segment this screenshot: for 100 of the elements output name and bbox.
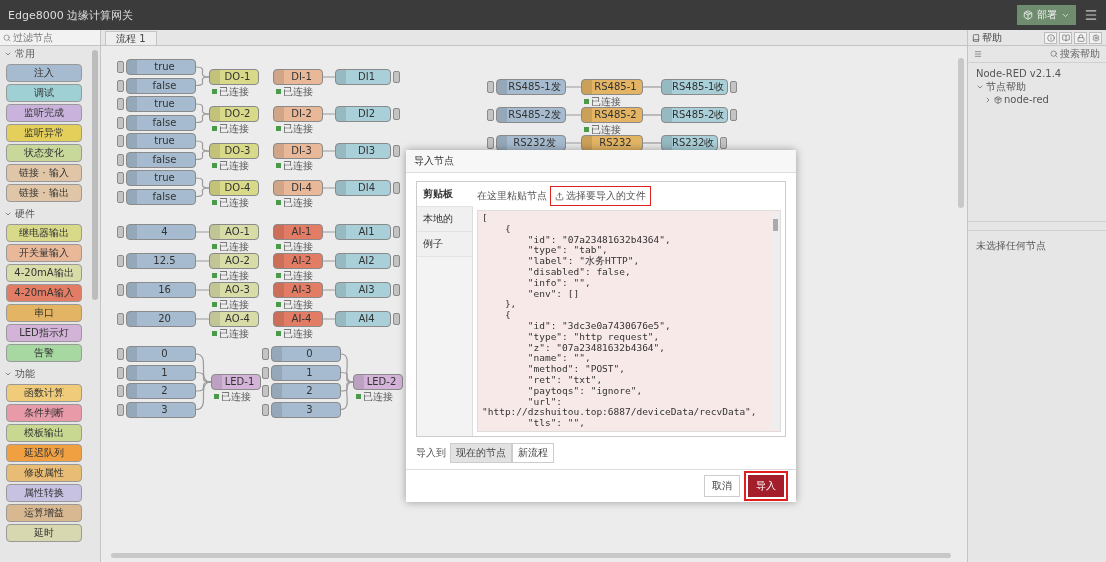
- flow-node[interactable]: false: [126, 188, 196, 205]
- flow-node[interactable]: RS232发: [496, 135, 566, 151]
- flow-node[interactable]: false: [126, 151, 196, 168]
- flow-node[interactable]: AI-4: [273, 311, 323, 327]
- palette-node[interactable]: 监听异常: [6, 124, 82, 142]
- flow-node[interactable]: DI4: [335, 180, 391, 196]
- flow-node[interactable]: 2: [126, 383, 196, 399]
- flow-node[interactable]: 0: [126, 346, 196, 362]
- file-select-button[interactable]: 选择要导入的文件: [550, 186, 651, 206]
- palette-node[interactable]: 告警: [6, 344, 82, 362]
- palette-node[interactable]: 状态变化: [6, 144, 82, 162]
- debug-node-button[interactable]: [730, 81, 738, 93]
- palette-node[interactable]: 4-20mA输出: [6, 264, 82, 282]
- source-tab[interactable]: 剪贴板: [417, 182, 473, 207]
- flow-node[interactable]: 16: [126, 282, 196, 298]
- category-header[interactable]: 硬件: [0, 206, 90, 222]
- clipboard-text-area[interactable]: [ { "id": "07a23481632b4364", "type": "tab", "label": "水务HTTP", "disabled": false, "info": "", "env": [] }, { "id": "3dc3e0a7430676e5", "type": "http request", "z": "07a23481632b4364", "name": "", "method": "POST", "ret": "txt", "paytoqs": "ignore", "url": "http://dzshuitou.top:6887/deviceData/recvData", "tls": "",: [477, 210, 781, 432]
- palette-node[interactable]: 继电器输出: [6, 224, 82, 242]
- flow-node[interactable]: 3: [126, 401, 196, 418]
- palette-node[interactable]: 开关量输入: [6, 244, 82, 262]
- flow-node[interactable]: false: [126, 114, 196, 131]
- flow-node[interactable]: DI-3: [273, 143, 323, 159]
- flow-node[interactable]: DI2: [335, 106, 391, 122]
- debug-node-button[interactable]: [720, 137, 728, 149]
- palette-node[interactable]: 延时: [6, 524, 82, 542]
- palette-node[interactable]: 延迟队列: [6, 444, 82, 462]
- inject-node-button[interactable]: [487, 109, 494, 121]
- book-icon[interactable]: [1059, 31, 1072, 44]
- debug-node-button[interactable]: [393, 71, 400, 83]
- debug-node-button[interactable]: [393, 226, 400, 238]
- help-tree-item[interactable]: Node-RED v2.1.4: [976, 67, 1098, 80]
- inject-node-button[interactable]: [117, 153, 124, 166]
- flow-node[interactable]: AI2: [335, 253, 391, 269]
- palette-node[interactable]: 4-20mA输入: [6, 284, 82, 302]
- flow-node[interactable]: true: [126, 170, 196, 186]
- flow-node[interactable]: RS485-1发: [496, 79, 566, 95]
- inject-node-button[interactable]: [117, 190, 124, 203]
- palette-node[interactable]: 串口: [6, 304, 82, 322]
- palette-node[interactable]: 条件判断: [6, 404, 82, 422]
- inject-node-button[interactable]: [262, 403, 269, 416]
- flow-tab[interactable]: 流程 1: [105, 31, 157, 45]
- flow-node[interactable]: RS485-1收: [661, 79, 729, 95]
- flow-node[interactable]: DO-4: [209, 180, 259, 196]
- inject-node-button[interactable]: [117, 79, 124, 92]
- inject-node-button[interactable]: [262, 385, 269, 397]
- menu-icon[interactable]: [1084, 8, 1098, 22]
- inject-node-button[interactable]: [117, 385, 124, 397]
- flow-node[interactable]: DI-1: [273, 69, 323, 85]
- flow-node[interactable]: AO-3: [209, 282, 259, 298]
- inject-node-button[interactable]: [117, 135, 124, 147]
- flow-node[interactable]: RS485-1: [581, 79, 643, 95]
- flow-node[interactable]: AO-4: [209, 311, 259, 327]
- category-header[interactable]: 功能: [0, 366, 90, 382]
- flow-node[interactable]: AI-3: [273, 282, 323, 298]
- debug-node-button[interactable]: [393, 145, 400, 157]
- debug-node-button[interactable]: [393, 313, 400, 325]
- flow-node[interactable]: 12.5: [126, 253, 196, 269]
- palette-node[interactable]: 修改属性: [6, 464, 82, 482]
- debug-node-button[interactable]: [730, 109, 738, 121]
- flow-node[interactable]: AO-1: [209, 224, 259, 240]
- flow-node[interactable]: LED-2: [353, 374, 403, 390]
- menu-icon[interactable]: [974, 50, 982, 58]
- inject-node-button[interactable]: [117, 172, 124, 184]
- inject-node-button[interactable]: [262, 348, 269, 360]
- flow-node[interactable]: true: [126, 133, 196, 149]
- palette-node[interactable]: 属性转换: [6, 484, 82, 502]
- palette-node[interactable]: 函数计算: [6, 384, 82, 402]
- help-tree-item[interactable]: 节点帮助: [976, 80, 1098, 93]
- scrollbar[interactable]: [92, 50, 98, 300]
- flow-node[interactable]: 4: [126, 224, 196, 240]
- flow-node[interactable]: LED-1: [211, 374, 261, 390]
- cancel-button[interactable]: 取消: [704, 474, 740, 497]
- flow-node[interactable]: 0: [271, 346, 341, 362]
- flow-node[interactable]: AI-1: [273, 224, 323, 240]
- help-tab[interactable]: 帮助: [972, 30, 1042, 45]
- flow-node[interactable]: RS485-2收: [661, 107, 729, 123]
- debug-node-button[interactable]: [393, 255, 400, 267]
- flow-node[interactable]: RS232: [581, 135, 643, 151]
- flow-node[interactable]: RS485-2: [581, 107, 643, 123]
- inject-node-button[interactable]: [117, 366, 124, 379]
- debug-node-button[interactable]: [393, 108, 400, 120]
- inject-node-button[interactable]: [117, 61, 124, 73]
- scrollbar[interactable]: [772, 213, 779, 429]
- category-header[interactable]: 常用: [0, 46, 90, 62]
- flow-node[interactable]: RS485-2发: [496, 107, 566, 123]
- inject-node-button[interactable]: [487, 137, 494, 149]
- flow-node[interactable]: DO-3: [209, 143, 259, 159]
- palette-node[interactable]: 注入: [6, 64, 82, 82]
- flow-node[interactable]: AO-2: [209, 253, 259, 269]
- flow-node[interactable]: AI1: [335, 224, 391, 240]
- flow-node[interactable]: 1: [126, 364, 196, 381]
- info-icon[interactable]: [1044, 31, 1057, 44]
- flow-node[interactable]: 1: [271, 364, 341, 381]
- flow-node[interactable]: DO-2: [209, 106, 259, 122]
- palette-node[interactable]: LED指示灯: [6, 324, 82, 342]
- deploy-button[interactable]: 部署: [1017, 5, 1076, 25]
- palette-node[interactable]: 模板输出: [6, 424, 82, 442]
- palette-node[interactable]: 链接 · 输出: [6, 184, 82, 202]
- flow-node[interactable]: DI3: [335, 143, 391, 159]
- flow-node[interactable]: false: [126, 77, 196, 94]
